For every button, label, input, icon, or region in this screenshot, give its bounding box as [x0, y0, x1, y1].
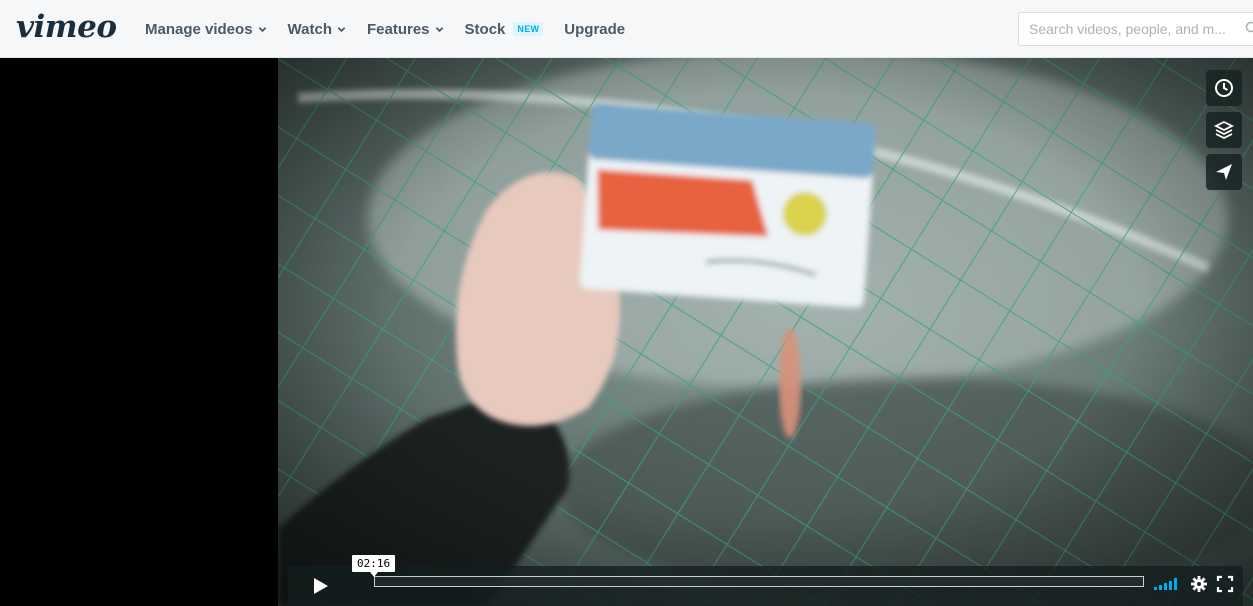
gear-icon[interactable]: [1190, 575, 1208, 593]
nav-upgrade[interactable]: Upgrade: [564, 21, 625, 38]
collections-button[interactable]: [1206, 112, 1242, 148]
progress-bar[interactable]: [374, 576, 1144, 587]
fullscreen-icon[interactable]: [1216, 575, 1234, 593]
watch-later-button[interactable]: [1206, 70, 1242, 106]
new-badge: NEW: [513, 22, 544, 36]
volume-bar: [1174, 578, 1177, 590]
top-navigation: vimeo Manage videos Watch Features Stock…: [0, 0, 1253, 58]
chevron-down-icon: [435, 26, 443, 32]
search-icon[interactable]: [1245, 21, 1253, 35]
volume-bar: [1164, 583, 1167, 590]
nav-label: Manage videos: [145, 20, 253, 38]
play-button[interactable]: [288, 566, 352, 606]
chevron-down-icon: [258, 26, 266, 32]
nav-label: Upgrade: [564, 20, 626, 38]
video-frame[interactable]: [278, 58, 1253, 606]
layers-icon: [1213, 120, 1235, 140]
chevron-down-icon: [337, 26, 346, 32]
volume-control[interactable]: [1154, 578, 1179, 590]
volume-bar: [1154, 587, 1157, 590]
video-player[interactable]: 02:16: [0, 58, 1253, 606]
vimeo-logo[interactable]: vimeo: [16, 10, 117, 44]
nav-stock[interactable]: Stock NEW: [465, 21, 544, 38]
volume-bar: [1159, 585, 1162, 590]
play-icon: [314, 578, 328, 594]
share-button[interactable]: [1206, 154, 1242, 190]
time-tooltip: 02:16: [352, 555, 396, 577]
nav-features[interactable]: Features: [367, 21, 444, 38]
main-nav: Manage videos Watch Features Stock NEW U…: [145, 0, 646, 58]
nav-label: Features: [367, 20, 430, 38]
nav-watch[interactable]: Watch: [288, 21, 346, 38]
control-bar: 02:16: [288, 555, 1243, 606]
clock-icon: [1215, 79, 1233, 97]
nav-label: Watch: [287, 20, 332, 38]
volume-bar: [1169, 581, 1172, 590]
video-still-image: [278, 58, 1253, 606]
search-input[interactable]: [1018, 12, 1253, 46]
paper-plane-icon: [1216, 164, 1232, 180]
nav-manage-videos[interactable]: Manage videos: [145, 21, 267, 38]
nav-label: Stock: [464, 20, 506, 38]
